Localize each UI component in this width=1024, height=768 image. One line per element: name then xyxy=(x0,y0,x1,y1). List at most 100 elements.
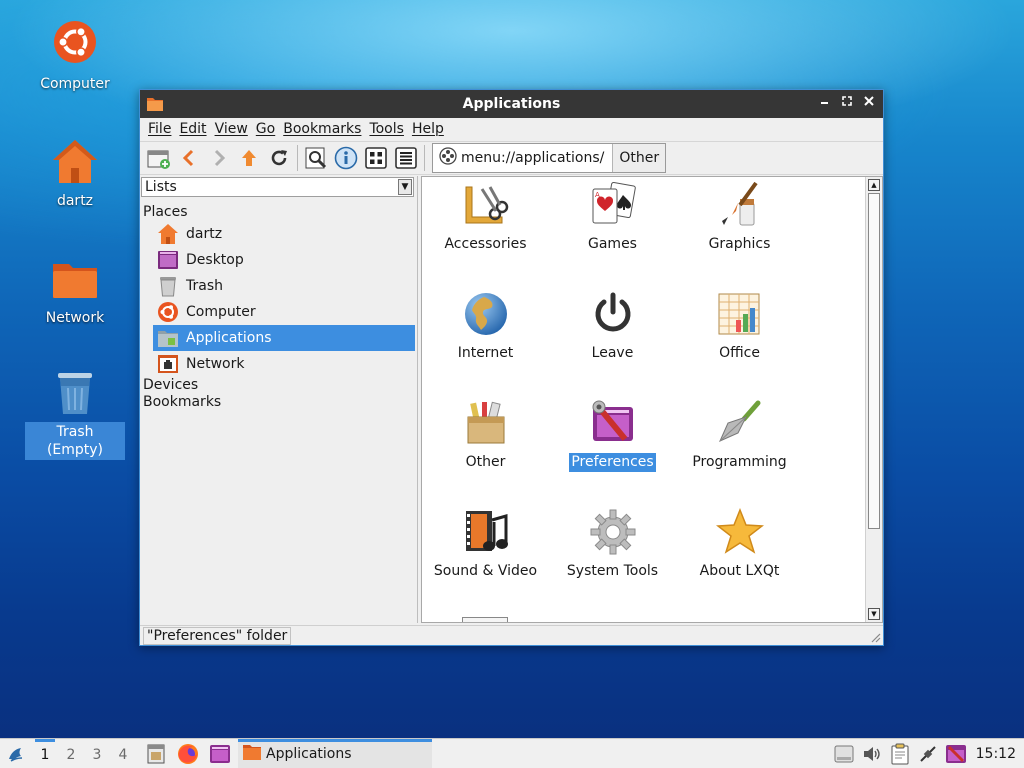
folder-item-games[interactable]: A Games xyxy=(549,181,676,254)
svg-text:A: A xyxy=(595,191,600,199)
icon-view-button[interactable] xyxy=(331,144,361,172)
side-pane: Lists ▼ Places dartz Desktop Trash Compu… xyxy=(140,176,418,623)
menu-help[interactable]: Help xyxy=(408,118,448,141)
folder-item-label: Preferences xyxy=(569,453,656,472)
menu-edit[interactable]: Edit xyxy=(175,118,210,141)
desktop-icon-home[interactable]: dartz xyxy=(25,137,125,211)
preferences-icon xyxy=(589,399,637,447)
menu-view[interactable]: View xyxy=(211,118,252,141)
menu-go[interactable]: Go xyxy=(252,118,279,141)
menu-tools[interactable]: Tools xyxy=(365,118,408,141)
folder-item-preferences[interactable]: Preferences xyxy=(549,399,676,472)
places-header[interactable]: Places xyxy=(143,204,415,221)
volume-icon[interactable] xyxy=(858,739,886,768)
desktop-icon-computer[interactable]: Computer xyxy=(25,20,125,94)
folder-item-label: Other xyxy=(465,454,506,470)
folder-item-internet[interactable]: Internet xyxy=(422,290,549,363)
folder-item-label: Games xyxy=(588,236,637,252)
vertical-scrollbar[interactable]: ▲ ▼ xyxy=(865,177,882,622)
new-tab-button[interactable] xyxy=(144,144,174,172)
sidebar-item-label: Network xyxy=(186,356,245,372)
folder-item-leave[interactable]: Leave xyxy=(549,290,676,363)
trowel-icon xyxy=(716,399,764,447)
graphics-brush-icon xyxy=(716,181,764,229)
sidebar-item-label: Computer xyxy=(186,304,256,320)
up-button[interactable] xyxy=(234,144,264,172)
folder-item-partial[interactable] xyxy=(462,617,508,622)
folder-icon xyxy=(146,96,164,116)
maximize-button[interactable] xyxy=(839,94,855,114)
status-message: "Preferences" folder xyxy=(143,627,292,645)
folder-view[interactable]: Accessories A Games Graphics Internet Le… xyxy=(421,176,883,623)
network-folder-icon xyxy=(50,254,100,304)
ubuntu-logo-icon xyxy=(157,301,179,323)
sidebar-item-trash[interactable]: Trash xyxy=(153,273,415,299)
folder-item-sound-video[interactable]: Sound & Video xyxy=(422,508,549,581)
removable-drive-icon[interactable] xyxy=(830,739,858,768)
detailed-list-view-button[interactable] xyxy=(391,144,421,172)
scroll-thumb[interactable] xyxy=(868,193,880,529)
scroll-up-button[interactable]: ▲ xyxy=(868,179,880,191)
forward-button[interactable] xyxy=(204,144,234,172)
folder-item-label: Accessories xyxy=(444,236,527,252)
power-plug-icon[interactable] xyxy=(914,739,942,768)
folder-item-label: System Tools xyxy=(566,563,659,579)
resize-grip-icon[interactable] xyxy=(869,631,881,643)
desktop-2-button[interactable]: 2 xyxy=(58,739,84,768)
power-icon xyxy=(589,290,637,338)
folder-item-office[interactable]: Office xyxy=(676,290,803,363)
window-titlebar[interactable]: Applications xyxy=(140,90,883,118)
start-menu-button[interactable] xyxy=(0,739,32,768)
sidebar-item-computer[interactable]: Computer xyxy=(153,299,415,325)
desktop-1-button[interactable]: 1 xyxy=(32,738,58,768)
sidebar-item-label: Trash xyxy=(186,278,223,294)
clipboard-icon[interactable] xyxy=(886,739,914,768)
applications-menu-icon xyxy=(439,147,457,169)
taskbar-window-applications[interactable]: Applications xyxy=(238,738,432,768)
desktop-icon-label: Network xyxy=(45,310,105,326)
chevron-down-icon[interactable]: ▼ xyxy=(398,179,412,195)
folder-item-system-tools[interactable]: System Tools xyxy=(549,508,676,581)
screenshot-tool-icon[interactable] xyxy=(942,739,970,768)
devices-header[interactable]: Devices xyxy=(143,377,415,394)
sidebar-item-desktop[interactable]: Desktop xyxy=(153,247,415,273)
menu-file[interactable]: File xyxy=(144,118,175,141)
toolbar: menu://applications/ Other xyxy=(140,141,883,175)
games-cards-icon: A xyxy=(589,181,637,229)
firefox-icon[interactable] xyxy=(174,739,202,768)
folder-item-graphics[interactable]: Graphics xyxy=(676,181,803,254)
settings-launcher-icon[interactable] xyxy=(206,739,234,768)
location-bar[interactable]: menu://applications/ Other xyxy=(432,143,667,173)
applications-icon xyxy=(157,327,179,349)
desktop-icon-network[interactable]: Network xyxy=(25,254,125,328)
sidebar-item-home[interactable]: dartz xyxy=(153,221,415,247)
folder-item-about-lxqt[interactable]: About LXQt xyxy=(676,507,803,581)
places-tree: Places dartz Desktop Trash Computer Appl… xyxy=(143,204,415,411)
scroll-down-button[interactable]: ▼ xyxy=(868,608,880,620)
sidebar-item-network[interactable]: Network xyxy=(153,351,415,377)
minimize-button[interactable] xyxy=(817,94,833,114)
reload-button[interactable] xyxy=(264,144,294,172)
compact-view-button[interactable] xyxy=(361,144,391,172)
bookmarks-header[interactable]: Bookmarks xyxy=(143,394,415,411)
desktop-icon-trash[interactable]: Trash (Empty) xyxy=(25,368,125,460)
folder-item-other[interactable]: Other xyxy=(422,399,549,472)
back-button[interactable] xyxy=(174,144,204,172)
status-bar: "Preferences" folder xyxy=(140,625,883,645)
menu-bookmarks[interactable]: Bookmarks xyxy=(279,118,365,141)
location-path[interactable]: menu://applications/ xyxy=(461,150,604,166)
side-pane-mode-select[interactable]: Lists ▼ xyxy=(141,177,414,197)
file-manager-launcher-icon[interactable] xyxy=(142,739,170,768)
side-pane-mode-value: Lists xyxy=(145,179,177,195)
folder-item-accessories[interactable]: Accessories xyxy=(422,181,549,254)
folder-icon xyxy=(242,743,262,765)
close-button[interactable] xyxy=(861,94,877,114)
desktop-4-button[interactable]: 4 xyxy=(110,739,136,768)
clock[interactable]: 15:12 xyxy=(970,746,1024,762)
zoom-view-button[interactable] xyxy=(301,144,331,172)
breadcrumb-other[interactable]: Other xyxy=(612,144,666,172)
folder-item-programming[interactable]: Programming xyxy=(676,399,803,472)
home-folder-icon xyxy=(50,137,100,187)
sidebar-item-applications[interactable]: Applications xyxy=(153,325,415,351)
desktop-3-button[interactable]: 3 xyxy=(84,739,110,768)
